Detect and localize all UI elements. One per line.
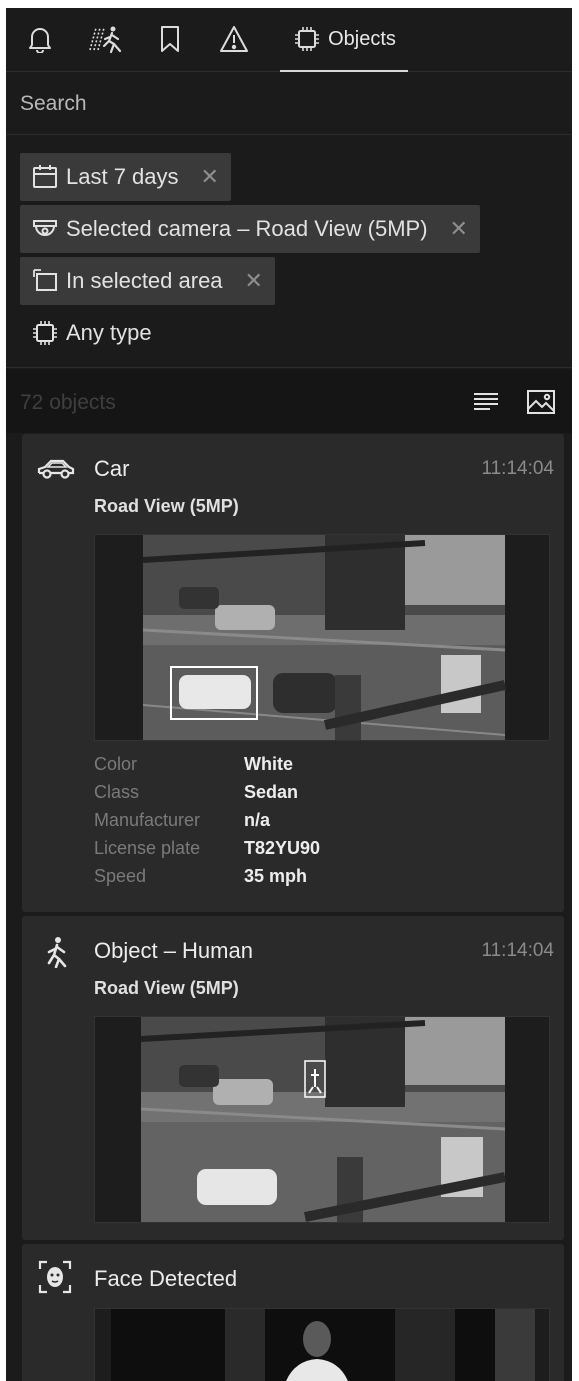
calendar-icon: [32, 164, 58, 190]
attribute-value: Sedan: [244, 782, 299, 802]
result-card[interactable]: Car 11:14:04 Road View (5MP) Color White…: [22, 434, 564, 912]
area-select-icon: [32, 268, 58, 294]
filter-date-label: Last 7 days: [66, 164, 179, 189]
remove-camera-filter-icon[interactable]: ✕: [450, 216, 468, 242]
results-header: 72 objects: [6, 369, 572, 433]
search-bar: [6, 73, 572, 135]
filter-type-label: Any type: [66, 320, 152, 345]
attribute-value: n/a: [244, 810, 271, 830]
bell-icon: [28, 25, 52, 53]
attribute-list: Color White Class Sedan Manufacturer n/a…: [94, 754, 320, 894]
remove-date-filter-icon[interactable]: ✕: [201, 164, 219, 190]
chip-icon: [294, 26, 320, 52]
search-input[interactable]: [20, 87, 550, 121]
motion-human-icon: [87, 24, 125, 54]
filter-chip-camera[interactable]: Selected camera – Road View (5MP) ✕: [20, 205, 480, 253]
filter-area-label: In selected area: [66, 268, 223, 293]
card-camera: Road View (5MP): [94, 978, 239, 998]
attribute-value: 35 mph: [244, 866, 308, 886]
tab-bookmarks[interactable]: [150, 22, 190, 56]
card-title: Face Detected: [94, 1266, 238, 1291]
remove-area-filter-icon[interactable]: ✕: [245, 268, 263, 294]
filter-chip-type[interactable]: Any type: [20, 309, 164, 357]
attribute-key: Speed: [94, 866, 147, 886]
attribute-key: Manufacturer: [94, 810, 201, 830]
attribute-row: Color White: [94, 754, 320, 782]
car-icon: [36, 456, 76, 482]
card-time: 11:14:04: [481, 940, 554, 961]
filter-chip-area[interactable]: In selected area ✕: [20, 257, 275, 305]
card-camera: Road View (5MP): [94, 496, 239, 516]
attribute-key: License plate: [94, 838, 201, 858]
chip-icon: [32, 320, 58, 346]
result-card[interactable]: Object – Human 11:14:04 Road View (5MP): [22, 916, 564, 1240]
attribute-value: White: [244, 754, 293, 774]
image-view-icon[interactable]: [526, 389, 556, 420]
bookmark-icon: [159, 25, 181, 53]
warning-triangle-icon: [219, 25, 249, 53]
dome-camera-icon: [32, 216, 58, 242]
tab-alerts[interactable]: [212, 22, 256, 56]
attribute-value: T82YU90: [244, 838, 321, 858]
tab-motion[interactable]: [84, 22, 128, 56]
attribute-key: Class: [94, 782, 140, 802]
objects-panel: Objects Last 7 days ✕: [6, 8, 572, 1381]
results-count: 72 objects: [20, 391, 116, 414]
attribute-row: Speed 35 mph: [94, 866, 320, 894]
snapshot-image[interactable]: [94, 1308, 550, 1381]
active-tab-indicator: [280, 70, 408, 72]
tab-objects[interactable]: Objects: [282, 22, 408, 56]
attribute-key: Color: [94, 754, 138, 774]
attribute-row: License plate T82YU90: [94, 838, 320, 866]
list-view-icon[interactable]: [472, 391, 500, 416]
filter-camera-label: Selected camera – Road View (5MP): [66, 216, 428, 241]
card-title: Object – Human: [94, 938, 253, 963]
attribute-row: Manufacturer n/a: [94, 810, 320, 838]
attribute-row: Class Sedan: [94, 782, 320, 810]
human-walking-icon: [44, 936, 70, 968]
card-time: 11:14:04: [481, 458, 554, 479]
snapshot-image[interactable]: [94, 534, 550, 741]
face-scan-icon: [38, 1260, 72, 1294]
tab-objects-label: Objects: [328, 27, 396, 50]
tab-bar: Objects: [6, 8, 572, 72]
result-card[interactable]: Face Detected: [22, 1244, 564, 1381]
filter-chip-date[interactable]: Last 7 days ✕: [20, 153, 231, 201]
card-title: Car: [94, 456, 130, 481]
filter-chips: Last 7 days ✕ Selected camera – Road Vie…: [6, 136, 572, 368]
snapshot-image[interactable]: [94, 1016, 550, 1223]
tab-notifications[interactable]: [20, 22, 60, 56]
